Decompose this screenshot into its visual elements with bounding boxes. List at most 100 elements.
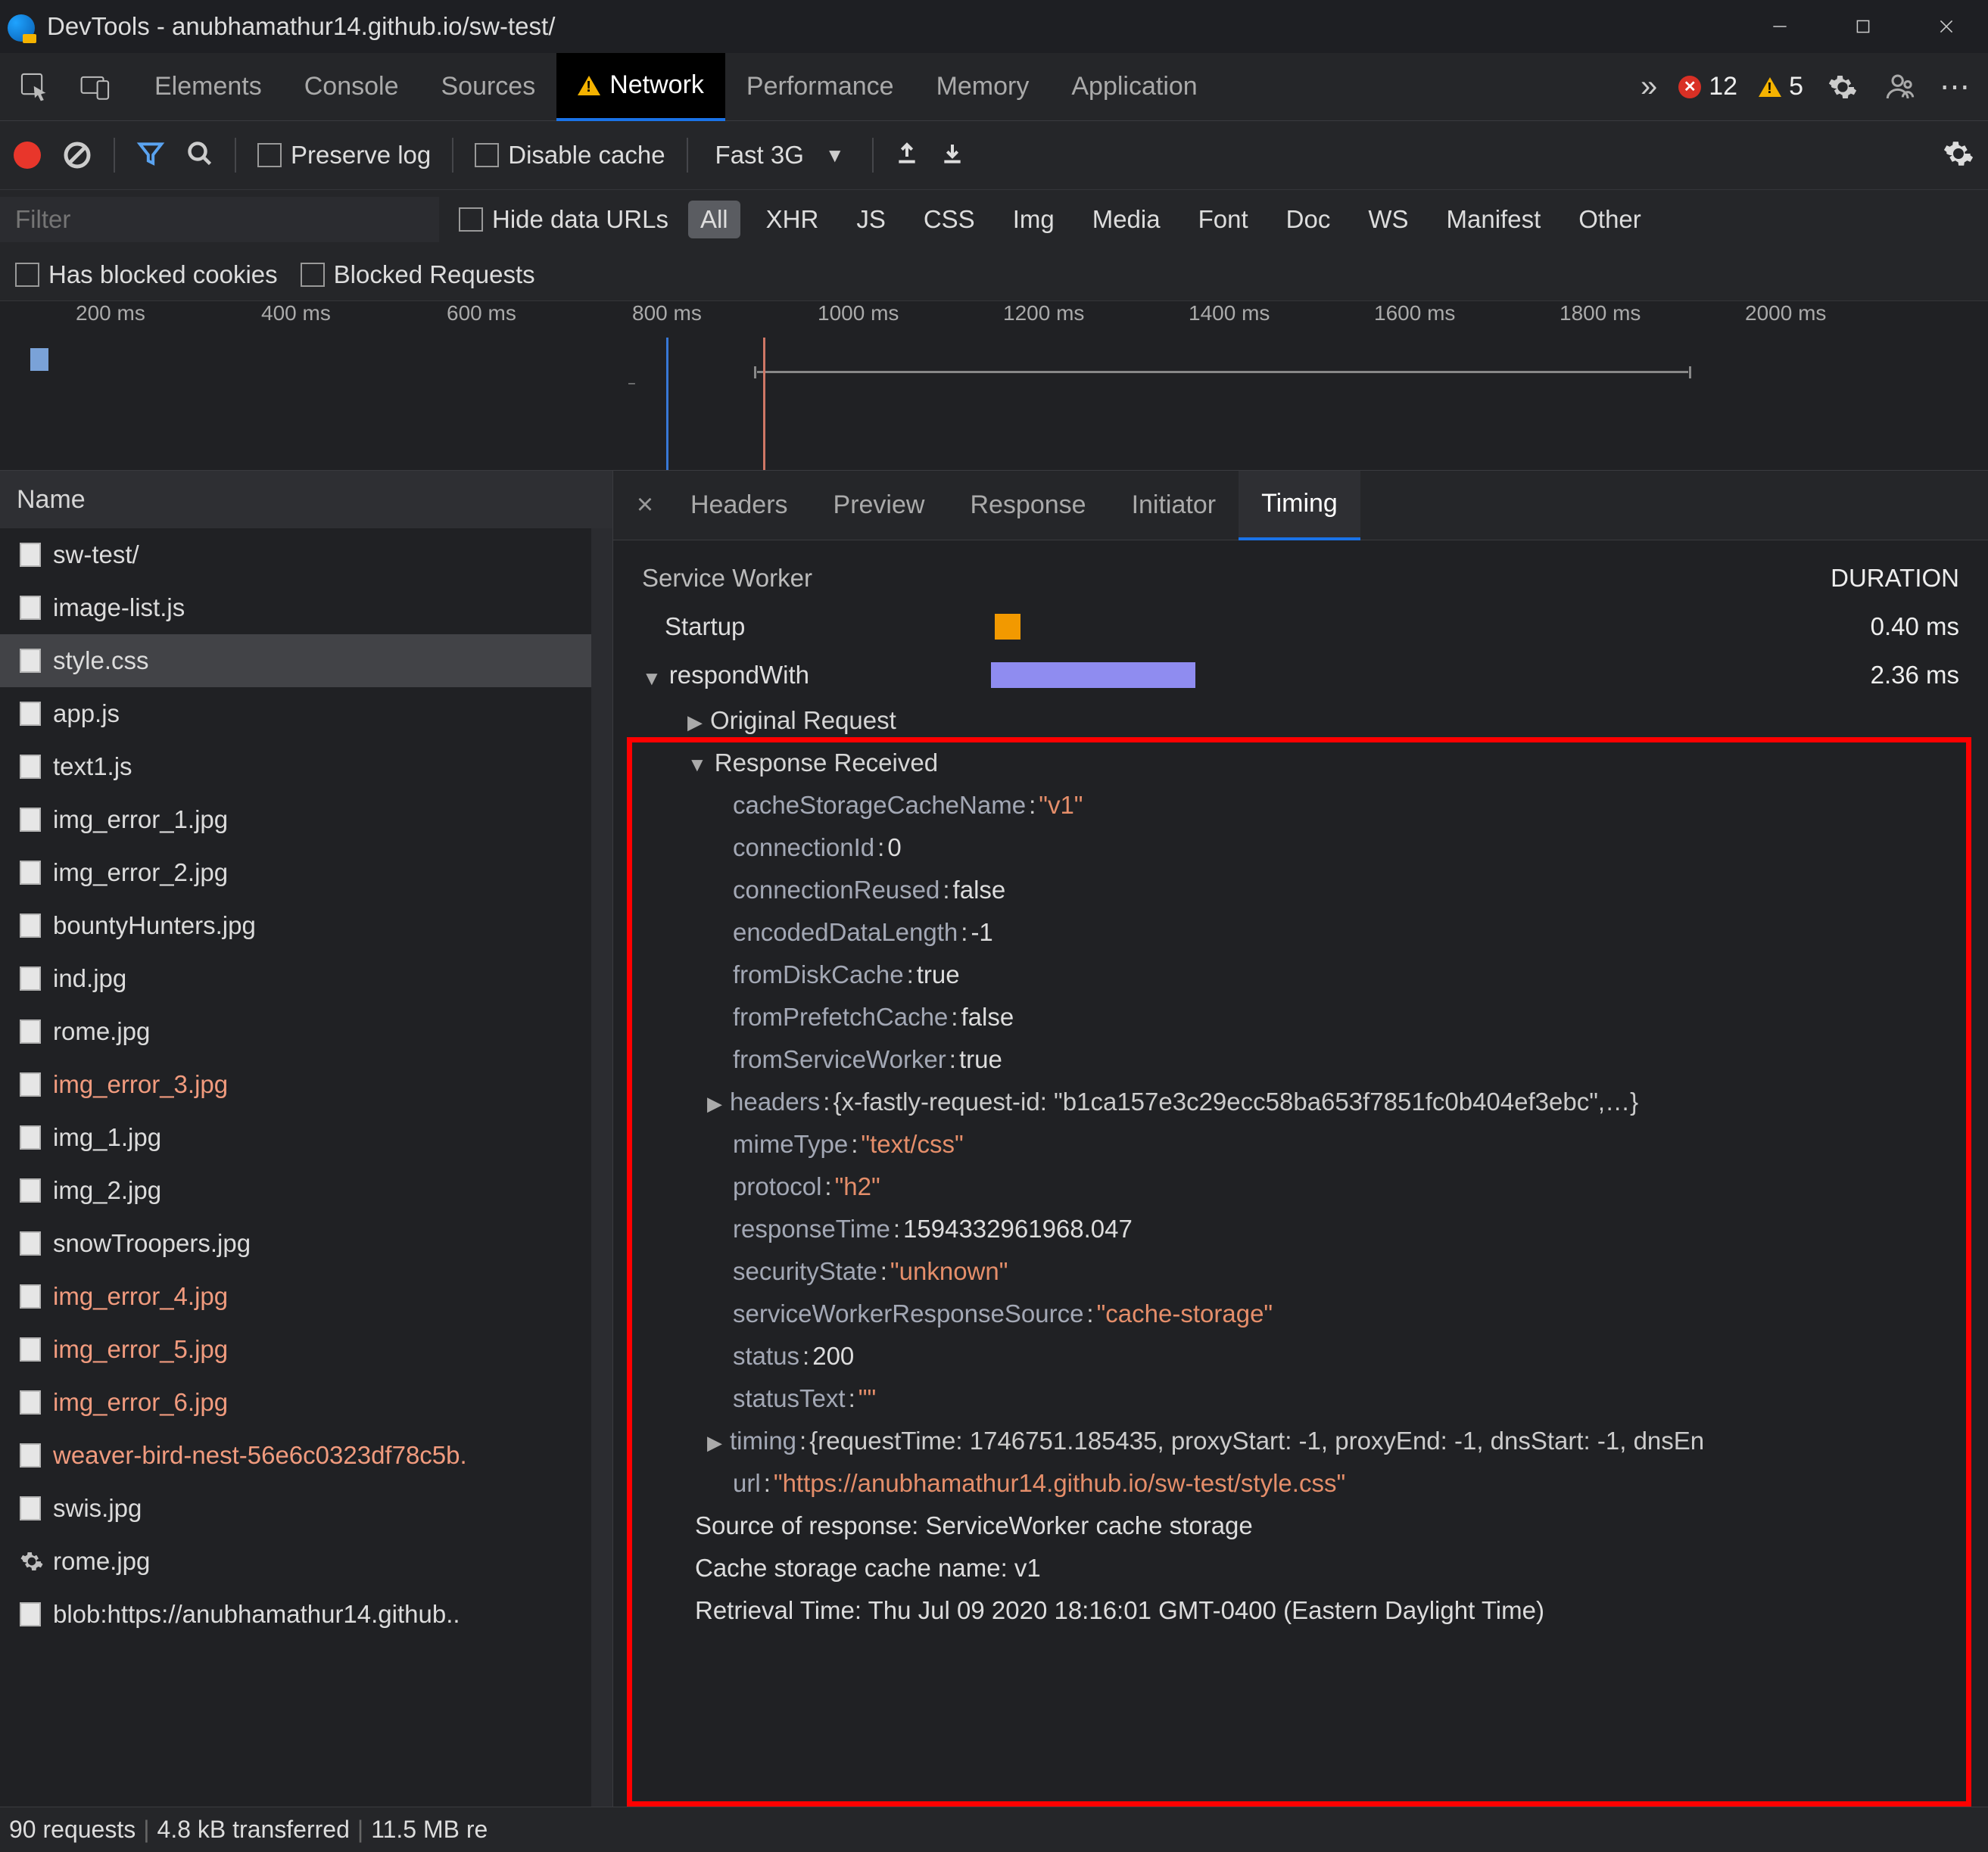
request-row[interactable]: rome.jpg [0,1005,591,1058]
request-row[interactable]: swis.jpg [0,1482,591,1535]
minimize-button[interactable] [1738,0,1821,53]
filter-type-css[interactable]: CSS [911,201,987,238]
timeline-tick: 200 ms [76,301,261,338]
request-name: img_error_3.jpg [53,1070,228,1099]
error-count: 12 [1709,72,1737,101]
warning-count-badge[interactable]: 5 [1759,72,1803,101]
window-title: DevTools - anubhamathur14.github.io/sw-t… [47,12,555,41]
request-row[interactable]: app.js [0,687,591,740]
titlebar: DevTools - anubhamathur14.github.io/sw-t… [0,0,1988,53]
filter-type-img[interactable]: Img [1001,201,1067,238]
error-count-badge[interactable]: ✕ 12 [1678,72,1737,101]
tab-console[interactable]: Console [283,53,420,121]
timeline-overview[interactable]: 200 ms400 ms600 ms800 ms1000 ms1200 ms14… [0,301,1988,471]
detail-tab-response[interactable]: Response [947,471,1108,540]
tab-network[interactable]: Network [556,53,725,121]
detail-tab-timing[interactable]: Timing [1239,471,1360,540]
request-list-pane: Name sw-test/image-list.jsstyle.cssapp.j… [0,471,613,1807]
more-menu-icon[interactable]: ⋯ [1940,70,1976,104]
has-blocked-cookies-checkbox[interactable]: Has blocked cookies [15,260,278,289]
file-icon [20,1496,41,1521]
request-row[interactable]: text1.js [0,740,591,793]
tab-elements[interactable]: Elements [133,53,283,121]
response-prop-securityState: securityState: "unknown" [642,1250,1959,1293]
filter-type-font[interactable]: Font [1186,201,1260,238]
response-prop-url: url: "https://anubhamathur14.github.io/s… [642,1462,1959,1505]
original-request-toggle[interactable]: ▶Original Request [642,699,1959,742]
export-har-icon[interactable] [940,142,964,170]
request-row[interactable]: style.css [0,634,591,687]
filter-toggle-icon[interactable] [136,139,165,172]
clear-button[interactable] [62,140,92,170]
account-icon[interactable] [1882,69,1918,105]
file-icon [20,1231,41,1256]
request-name: ind.jpg [53,964,126,993]
response-prop-timing[interactable]: ▶timing: {requestTime: 1746751.185435, p… [642,1420,1959,1462]
tab-performance[interactable]: Performance [725,53,915,121]
maximize-button[interactable] [1821,0,1905,53]
request-row[interactable]: image-list.js [0,581,591,634]
scrollbar[interactable] [591,528,612,1807]
network-settings-icon[interactable] [1943,138,1974,173]
request-row[interactable]: bountyHunters.jpg [0,899,591,952]
tab-application[interactable]: Application [1050,53,1218,121]
detail-tab-initiator[interactable]: Initiator [1109,471,1239,540]
request-row[interactable]: snowTroopers.jpg [0,1217,591,1270]
response-prop-headers[interactable]: ▶headers: {x-fastly-request-id: "b1ca157… [642,1081,1959,1123]
separator [872,138,874,173]
request-name: text1.js [53,752,132,781]
filter-type-doc[interactable]: Doc [1274,201,1343,238]
request-row[interactable]: ind.jpg [0,952,591,1005]
blocked-requests-checkbox[interactable]: Blocked Requests [301,260,535,289]
settings-gear-icon[interactable] [1824,69,1861,105]
record-button[interactable] [14,142,41,169]
filter-type-media[interactable]: Media [1080,201,1173,238]
request-row[interactable]: img_2.jpg [0,1164,591,1217]
request-name: img_error_1.jpg [53,805,228,834]
import-har-icon[interactable] [895,142,919,170]
response-received-toggle[interactable]: ▼Response Received [642,742,1959,784]
detail-tab-preview[interactable]: Preview [811,471,948,540]
overflow-tabs-button[interactable]: » [1641,70,1657,104]
request-row[interactable]: blob:https://anubhamathur14.github.. [0,1588,591,1641]
filter-type-other[interactable]: Other [1566,201,1653,238]
hide-data-urls-checkbox[interactable]: Hide data URLs [459,205,668,234]
search-icon[interactable] [186,140,213,171]
chevron-down-icon: ▼ [825,144,845,167]
filter-type-xhr[interactable]: XHR [754,201,831,238]
request-row[interactable]: img_error_1.jpg [0,793,591,846]
filter-type-js[interactable]: JS [844,201,898,238]
tab-memory[interactable]: Memory [915,53,1051,121]
tab-sources[interactable]: Sources [419,53,556,121]
close-button[interactable] [1905,0,1988,53]
preserve-log-checkbox[interactable]: Preserve log [257,141,431,170]
detail-tab-headers[interactable]: Headers [668,471,811,540]
request-row[interactable]: sw-test/ [0,528,591,581]
response-prop-serviceWorkerResponseSource: serviceWorkerResponseSource: "cache-stor… [642,1293,1959,1335]
name-column-header[interactable]: Name [0,471,612,528]
request-row[interactable]: img_error_6.jpg [0,1376,591,1429]
request-row[interactable]: img_error_2.jpg [0,846,591,899]
filter-type-ws[interactable]: WS [1356,201,1420,238]
request-row[interactable]: img_error_3.jpg [0,1058,591,1111]
file-icon [20,1390,41,1415]
request-name: bountyHunters.jpg [53,911,256,940]
request-name: swis.jpg [53,1494,142,1523]
inspect-element-icon[interactable] [12,64,58,110]
device-toolbar-icon[interactable] [73,64,118,110]
separator [687,138,688,173]
filter-type-all[interactable]: All [688,201,740,238]
request-row[interactable]: weaver-bird-nest-56e6c0323df78c5b. [0,1429,591,1482]
request-row[interactable]: img_error_4.jpg [0,1270,591,1323]
filter-type-manifest[interactable]: Manifest [1435,201,1553,238]
request-row[interactable]: img_1.jpg [0,1111,591,1164]
filter-input[interactable] [0,197,439,242]
request-name: img_error_4.jpg [53,1282,228,1311]
timing-row-respondwith-label[interactable]: ▼respondWith [642,661,809,689]
close-detail-icon[interactable]: × [622,489,668,521]
request-row[interactable]: rome.jpg [0,1535,591,1588]
disable-cache-checkbox[interactable]: Disable cache [475,141,665,170]
timeline-domcontentloaded-line [666,338,668,470]
request-row[interactable]: img_error_5.jpg [0,1323,591,1376]
throttling-select[interactable]: Fast 3G ▼ [709,141,851,170]
